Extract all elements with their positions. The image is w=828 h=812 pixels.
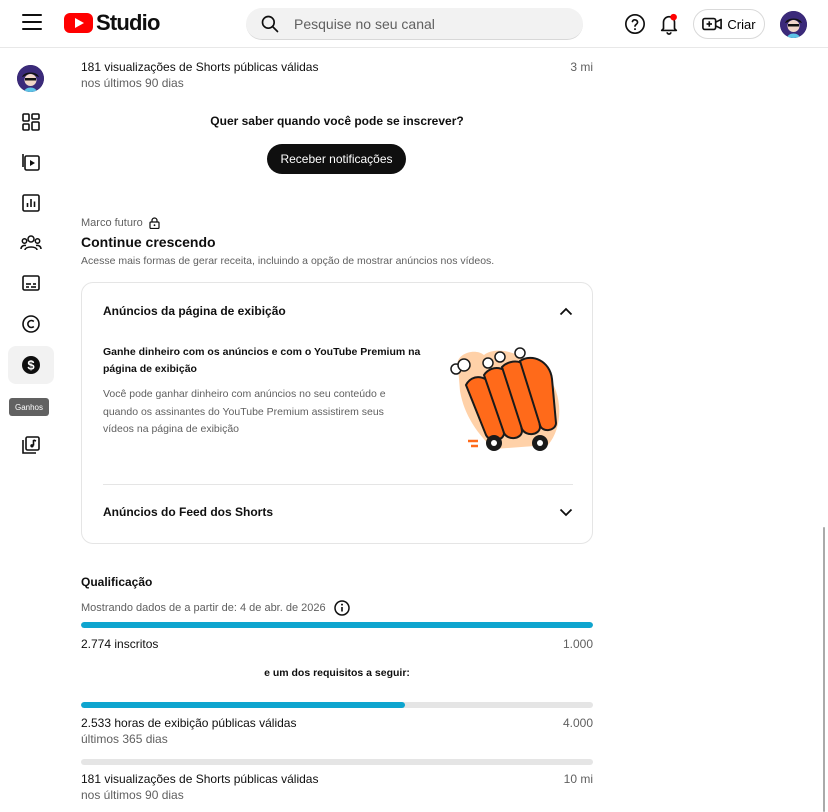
- sidebar-item-earn[interactable]: $: [8, 346, 54, 384]
- chevron-up-icon[interactable]: [559, 307, 573, 316]
- accordion-body-title: Ganhe dinheiro com os anúncios e com o Y…: [103, 346, 421, 375]
- dashboard-icon: [22, 113, 40, 131]
- sidebar-tooltip: Ganhos: [9, 398, 49, 416]
- progress-fill: [81, 702, 406, 708]
- accordion-title: Anúncios do Feed dos Shorts: [103, 505, 274, 519]
- monetization-options-card: Anúncios da página de exibição Ganhe din…: [81, 282, 593, 544]
- community-icon: [20, 235, 42, 251]
- sidebar-item-community[interactable]: [8, 224, 54, 262]
- metric-target: 1.000: [562, 637, 593, 651]
- qualification-date-text: Mostrando dados de a partir de: 4 de abr…: [81, 602, 326, 614]
- watch-hours-progress-bar: [81, 702, 593, 708]
- youtube-logo-icon: [64, 13, 93, 33]
- metric-label: 181 visualizações de Shorts públicas vál…: [81, 60, 319, 74]
- accordion-shorts-feed-ads[interactable]: Anúncios do Feed dos Shorts: [103, 505, 573, 519]
- dollar-icon: $: [22, 356, 40, 374]
- search-bar: [246, 8, 583, 40]
- subscribers-metric: 2.774 inscritos 1.000: [81, 637, 593, 651]
- page-scrollbar[interactable]: [823, 527, 825, 812]
- metric-label: 2.774 inscritos: [81, 637, 159, 651]
- svg-text:$: $: [27, 358, 35, 373]
- sidebar-item-dashboard[interactable]: [8, 103, 54, 141]
- search-icon[interactable]: [260, 14, 280, 34]
- metric-period: últimos 365 dias: [81, 732, 168, 746]
- sidebar-item-copyright[interactable]: [8, 305, 54, 343]
- metric-period: nos últimos 90 dias: [81, 788, 184, 802]
- content-icon: [22, 154, 40, 171]
- requirement-text: e um dos requisitos a seguir:: [264, 667, 410, 679]
- menu-icon[interactable]: [22, 14, 42, 32]
- subtitles-icon: [22, 275, 40, 291]
- metric-target: 4.000: [562, 716, 593, 730]
- sidebar-item-analytics[interactable]: [8, 184, 54, 222]
- channel-avatar[interactable]: [17, 65, 44, 92]
- analytics-icon: [22, 194, 40, 212]
- qualification-subtitle: Mostrando dados de a partir de: 4 de abr…: [81, 600, 350, 616]
- metric-target: 3 mi: [570, 60, 593, 74]
- get-notifications-button[interactable]: Receber notificações: [267, 144, 406, 174]
- help-icon[interactable]: [624, 13, 646, 35]
- qualification-title: Qualificação: [81, 575, 153, 589]
- top-bar: Studio Criar: [0, 0, 828, 48]
- subscribers-progress-bar: [81, 622, 593, 628]
- sidebar: $ Ganhos: [0, 48, 62, 812]
- lock-icon: [149, 217, 160, 229]
- accordion-watch-page-ads[interactable]: Anúncios da página de exibição: [103, 304, 573, 318]
- accordion-title: Anúncios da página de exibição: [103, 304, 286, 318]
- account-avatar[interactable]: [780, 11, 807, 38]
- accordion-divider: [103, 484, 573, 485]
- shorts-views-progress-bar: [81, 759, 593, 765]
- milestone-subtitle: Acesse mais formas de gerar receita, inc…: [81, 255, 495, 267]
- copyright-icon: [22, 315, 40, 333]
- metric-label: 2.533 horas de exibição públicas válidas: [81, 716, 297, 730]
- sidebar-item-content[interactable]: [8, 143, 54, 181]
- ad-cars-illustration: [450, 347, 560, 451]
- top-shorts-metric: 181 visualizações de Shorts públicas vál…: [81, 60, 593, 90]
- milestone-label-text: Marco futuro: [81, 217, 143, 229]
- milestone-title: Continue crescendo: [81, 234, 216, 250]
- sidebar-item-audio-library[interactable]: [8, 426, 54, 464]
- info-icon[interactable]: [333, 600, 350, 616]
- progress-fill: [81, 622, 593, 628]
- milestone-label: Marco futuro: [81, 217, 160, 229]
- add-video-icon: [702, 17, 723, 31]
- create-button[interactable]: Criar: [693, 9, 765, 39]
- accordion-body-text: Você pode ganhar dinheiro com anúncios n…: [103, 388, 386, 435]
- audio-library-icon: [22, 436, 40, 454]
- logo-text: Studio: [96, 10, 160, 35]
- watch-hours-metric: 2.533 horas de exibição públicas válidas…: [81, 716, 593, 746]
- metric-target: 10 mi: [563, 772, 593, 786]
- metric-label: 181 visualizações de Shorts públicas vál…: [81, 772, 319, 786]
- search-input[interactable]: [294, 15, 564, 32]
- sidebar-item-subtitles[interactable]: [8, 264, 54, 302]
- chevron-down-icon[interactable]: [559, 508, 573, 517]
- create-button-label: Criar: [727, 16, 756, 32]
- metric-period: nos últimos 90 dias: [81, 76, 184, 90]
- shorts-views-metric: 181 visualizações de Shorts públicas vál…: [81, 772, 593, 802]
- notifications-bell-icon[interactable]: [658, 12, 680, 36]
- subscribe-prompt: Quer saber quando você pode se inscrever…: [210, 114, 464, 128]
- studio-logo[interactable]: Studio: [64, 12, 160, 34]
